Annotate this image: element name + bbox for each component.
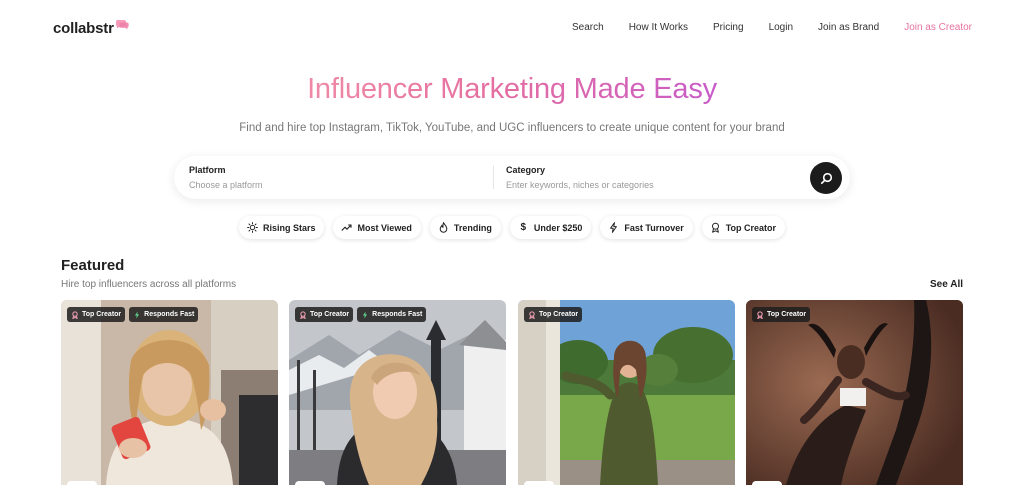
- dollar-icon: $: [520, 222, 527, 233]
- responds-fast-badge: Responds Fast: [129, 307, 199, 322]
- category-label: Category: [506, 165, 546, 175]
- card-badges: Top Creator: [752, 307, 811, 322]
- card-badges: Top Creator Responds Fast: [295, 307, 427, 322]
- filter-chips: Rising Stars Most Viewed Trending $ Unde…: [0, 216, 1024, 239]
- top-nav: collabstr Search How It Works Pricing Lo…: [0, 0, 1024, 58]
- top-creator-badge: Top Creator: [67, 307, 126, 322]
- creator-card[interactable]: Top Creator: [518, 300, 735, 485]
- hero-title-text: Influencer Marketing Made Easy: [307, 73, 717, 105]
- category-field[interactable]: Category: [506, 165, 786, 193]
- search-icon: [820, 172, 832, 184]
- award-icon: [756, 310, 764, 319]
- card-badges: Top Creator: [524, 307, 583, 322]
- top-creator-badge: Top Creator: [524, 307, 583, 322]
- chip-trending[interactable]: Trending: [429, 216, 501, 239]
- creator-photo: [746, 300, 963, 485]
- nav-login[interactable]: Login: [769, 22, 793, 33]
- logo-text: collabstr: [53, 20, 114, 37]
- nav-how-it-works[interactable]: How It Works: [629, 22, 688, 33]
- card-bottom-pill: [752, 481, 782, 485]
- card-bottom-pill: [67, 481, 97, 485]
- search-button[interactable]: [810, 162, 842, 194]
- award-icon: [528, 310, 536, 319]
- creator-card[interactable]: Top Creator Responds Fast: [61, 300, 278, 485]
- platform-field[interactable]: Platform: [189, 165, 469, 193]
- badge-label: Responds Fast: [372, 311, 423, 318]
- category-input[interactable]: [506, 180, 786, 190]
- card-bottom-pill: [295, 481, 325, 485]
- search-divider: [493, 166, 494, 189]
- chip-label: Trending: [453, 222, 492, 233]
- platform-label: Platform: [189, 165, 226, 175]
- chat-bubble-icon: [115, 19, 129, 30]
- search-bar: Platform Category: [174, 156, 850, 199]
- badge-label: Top Creator: [82, 311, 122, 318]
- nav-links: Search How It Works Pricing Login Join a…: [547, 22, 972, 33]
- bolt-icon: [361, 310, 369, 319]
- platform-input[interactable]: [189, 180, 469, 190]
- creator-card[interactable]: Top Creator Responds Fast: [289, 300, 506, 485]
- see-all-link[interactable]: See All: [930, 279, 963, 290]
- award-icon: [71, 310, 79, 319]
- chip-rising-stars[interactable]: Rising Stars: [238, 216, 325, 239]
- award-icon: [710, 222, 721, 233]
- hero-subtitle: Find and hire top Instagram, TikTok, You…: [239, 122, 785, 134]
- top-creator-badge: Top Creator: [295, 307, 354, 322]
- card-bottom-pill: [524, 481, 554, 485]
- chip-label: Under $250: [533, 222, 583, 233]
- nav-search[interactable]: Search: [572, 22, 604, 33]
- bolt-icon: [608, 222, 619, 233]
- chip-label: Most Viewed: [357, 222, 412, 233]
- chip-label: Fast Turnover: [624, 222, 684, 233]
- badge-label: Responds Fast: [144, 311, 195, 318]
- nav-pricing[interactable]: Pricing: [713, 22, 744, 33]
- hero-title: Influencer Marketing Made Easy: [0, 73, 1024, 106]
- logo[interactable]: collabstr: [53, 19, 129, 37]
- creator-photo: [289, 300, 506, 485]
- chip-label: Rising Stars: [262, 222, 316, 233]
- chip-most-viewed[interactable]: Most Viewed: [333, 216, 421, 239]
- badge-label: Top Creator: [767, 311, 807, 318]
- award-icon: [299, 310, 307, 319]
- bolt-icon: [133, 310, 141, 319]
- featured-subtitle: Hire top influencers across all platform…: [61, 279, 237, 290]
- badge-label: Top Creator: [539, 311, 579, 318]
- creator-card[interactable]: Top Creator: [746, 300, 963, 485]
- badge-label: Top Creator: [310, 311, 350, 318]
- chip-under-250[interactable]: $ Under $250: [509, 216, 592, 239]
- nav-join-as-creator[interactable]: Join as Creator: [904, 22, 972, 33]
- chip-top-creator[interactable]: Top Creator: [701, 216, 786, 239]
- featured-title: Featured: [61, 257, 125, 274]
- card-badges: Top Creator Responds Fast: [67, 307, 199, 322]
- sun-icon: [247, 222, 258, 233]
- top-creator-badge: Top Creator: [752, 307, 811, 322]
- flame-icon: [438, 222, 449, 233]
- nav-join-as-brand[interactable]: Join as Brand: [818, 22, 879, 33]
- creator-photo: [61, 300, 278, 485]
- creator-photo: [518, 300, 735, 485]
- responds-fast-badge: Responds Fast: [357, 307, 427, 322]
- chip-fast-turnover[interactable]: Fast Turnover: [600, 216, 693, 239]
- trend-up-icon: [341, 222, 353, 233]
- chip-label: Top Creator: [725, 222, 777, 233]
